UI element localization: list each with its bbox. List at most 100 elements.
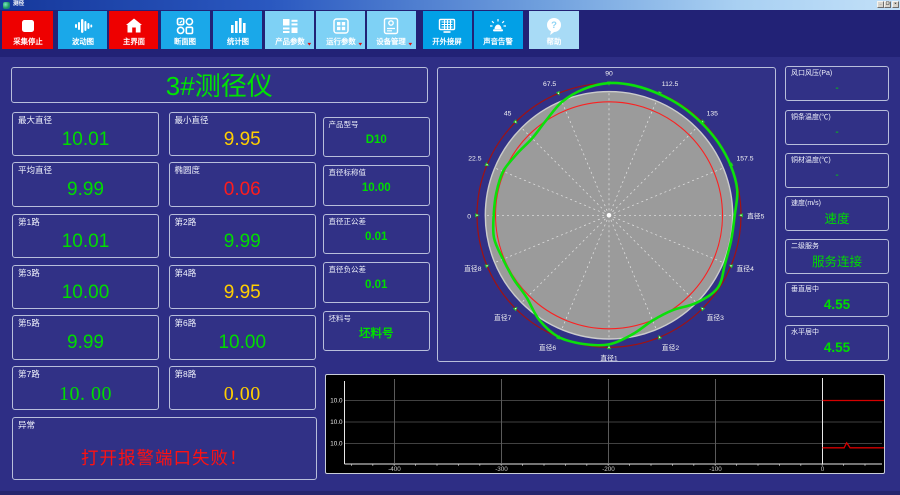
restore-button[interactable]: ❐ (884, 1, 891, 8)
measure-label: 最大直径 (18, 114, 53, 125)
barchart-icon (213, 15, 262, 37)
dropdown-caret-icon (357, 42, 362, 46)
svg-text:?: ? (551, 20, 557, 31)
product-label: 产品型号 (328, 119, 359, 129)
toolbar-button-waveform[interactable]: 波动图 (58, 10, 107, 49)
spoke-label: 直径7 (494, 313, 512, 322)
spoke-marker-dot (729, 265, 732, 267)
measure-value: 9.95 (223, 281, 261, 303)
minimize-button[interactable]: _ (876, 1, 884, 8)
x-tick-label: -200 (602, 466, 615, 473)
toolbar-button-section[interactable]: 断面图 (160, 10, 210, 49)
product-value: 0.01 (365, 230, 388, 243)
exception-box: 异常 打开报警端口失败！ (12, 416, 317, 480)
spoke-marker-dot (485, 164, 488, 166)
restore-icon: ❐ (885, 1, 890, 7)
dropdown-caret-icon (408, 42, 413, 46)
toolbar-button-label: 波动图 (71, 37, 94, 46)
help-icon: ? (529, 15, 579, 37)
toolbar-button-stop[interactable]: 采集停止 (2, 10, 53, 49)
product-params-icon (265, 15, 314, 37)
home-icon (109, 15, 158, 37)
spoke-marker-dot (475, 214, 478, 216)
measure-value: 10. 00 (59, 382, 112, 405)
application-window: 测径 _ ❐ × 采集停止 波动图 主界面 断面图 统计图 产品参数 运行参数 设备管理 开外接… (0, 0, 900, 495)
toolbar-button-product-params[interactable]: 产品参数 (265, 10, 314, 49)
waveform-icon (58, 15, 107, 37)
toolbar-button-label: 运行参数 (326, 37, 362, 46)
status-value: - (835, 83, 839, 95)
measure-value: 10.01 (61, 128, 110, 150)
measure-box-4: 椭圆度 0.06 (168, 162, 316, 207)
toolbar-button-home[interactable]: 主界面 (109, 10, 158, 49)
measure-value: 10.00 (61, 281, 110, 303)
status-value: - (835, 126, 839, 138)
toolbar-button-label: 帮助 (546, 37, 561, 46)
status-label: 铜材温度(℃) (791, 156, 831, 164)
spoke-marker-dot (701, 307, 703, 310)
product-label: 直径负公差 (328, 265, 367, 274)
spoke-marker-dot (607, 346, 610, 348)
measure-box-3: 平均直径 9.99 (12, 162, 159, 207)
measure-box-9: 第5路 9.99 (12, 315, 159, 360)
minimize-icon: _ (878, 1, 882, 7)
measure-box-11: 第7路 10. 00 (12, 365, 159, 411)
measure-box-1: 最大直径 10.01 (12, 111, 159, 157)
toolbar-button-external-screen[interactable]: 开外接屏 (422, 10, 472, 49)
spoke-label: 直径6 (538, 343, 556, 352)
title-bar: 测径 _ ❐ × (0, 0, 900, 10)
status-box-3: 铜材温度(℃) - (785, 152, 889, 188)
close-button[interactable]: × (892, 1, 899, 8)
spoke-label: 直径5 (747, 211, 765, 220)
measure-box-12: 第8路 0.00 (168, 365, 316, 411)
y-tick-label: 10.0 (330, 398, 343, 405)
measure-box-10: 第6路 10.00 (168, 315, 316, 360)
measure-value: 9.99 (67, 332, 104, 354)
spoke-label: 直径1 (600, 353, 618, 361)
station-title: 3#测径仪 (165, 70, 273, 101)
status-label: 二级服务 (791, 242, 819, 250)
product-value: 0.01 (365, 279, 388, 291)
product-label: 坯料号 (328, 313, 352, 323)
measure-label: 第1路 (18, 216, 40, 227)
measure-value: 9.99 (67, 179, 104, 201)
y-tick-label: 10.0 (330, 419, 343, 426)
product-value: 10.00 (361, 182, 391, 194)
exception-message: 打开报警端口失败！ (81, 447, 248, 468)
toolbar-button-barchart[interactable]: 统计图 (213, 10, 262, 49)
toolbar-button-run-params[interactable]: 运行参数 (316, 10, 365, 49)
toolbar-button-sound-alarm[interactable]: 声音告警 (473, 10, 524, 49)
spoke-label: 直径4 (736, 264, 754, 273)
product-box-5: 坯料号 坯料号 (322, 310, 430, 351)
status-value: 4.55 (823, 296, 851, 312)
spoke-label: 直径3 (706, 313, 724, 322)
device-manage-icon (367, 15, 416, 37)
cross-section-chart-panel: 90 112.5 135 157.5 直径5 直径4 直径3 直径2 直径1 直径6 直径7 直径8 0… (436, 67, 776, 362)
status-box-1: 风口风压(Pa) - (785, 66, 889, 102)
toolbar-button-help[interactable]: ? 帮助 (528, 10, 579, 49)
spoke-label: 90 (605, 70, 613, 77)
spoke-label: 直径2 (661, 343, 679, 352)
measure-label: 第8路 (174, 368, 197, 379)
measure-box-8: 第4路 9.95 (168, 264, 316, 310)
toolbar-button-device-manage[interactable]: 设备管理 (367, 10, 416, 49)
spoke-label: 22.5 (468, 155, 481, 162)
spoke-label: 直径8 (464, 264, 482, 273)
measure-label: 第3路 (18, 267, 40, 278)
status-box-6: 垂直居中 4.55 (785, 281, 889, 317)
status-value: 4.55 (823, 339, 851, 355)
measure-box-6: 第2路 9.99 (168, 213, 316, 259)
measure-label: 平均直径 (18, 165, 53, 176)
status-label: 风口风压(Pa) (791, 70, 833, 78)
x-tick-label: -400 (388, 466, 401, 473)
product-value: 坯料号 (359, 327, 394, 340)
measure-value: 9.99 (223, 230, 261, 252)
status-box-5: 二级服务 服务连接 (785, 238, 889, 274)
toolbar-button-label: 开外接屏 (432, 37, 462, 46)
x-tick-label: -300 (495, 466, 508, 473)
toolbar-button-label: 采集停止 (12, 37, 43, 46)
sound-alarm-icon (474, 15, 524, 37)
trend-chart: 10.0 10.0 10.0 -400 -300 -200 -100 0 (330, 378, 884, 473)
toolbar-button-label: 断面图 (174, 37, 197, 46)
spoke-label: 45 (503, 111, 511, 118)
